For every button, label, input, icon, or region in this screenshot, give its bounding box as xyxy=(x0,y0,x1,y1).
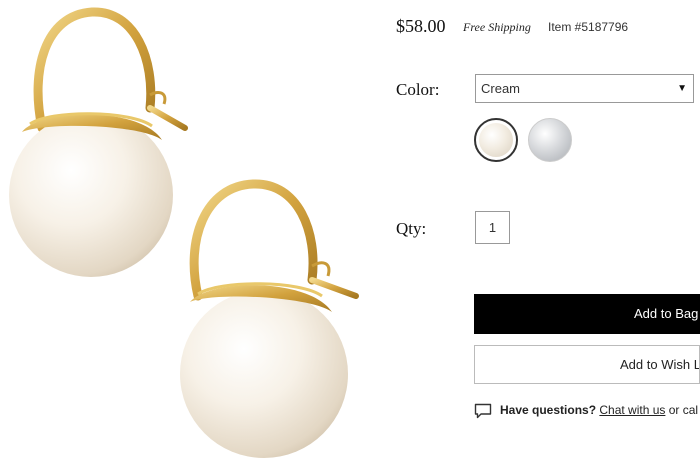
product-image xyxy=(0,0,380,468)
free-shipping-label: Free Shipping xyxy=(463,20,531,34)
earring-left xyxy=(9,7,188,277)
earring-right xyxy=(180,179,359,458)
product-price: $58.00 xyxy=(396,16,446,36)
help-prompt: Have questions? xyxy=(500,403,597,417)
swatch-cream[interactable] xyxy=(474,118,518,162)
help-tail: or cal xyxy=(665,403,699,417)
chat-bubble-icon xyxy=(474,403,492,419)
color-select[interactable]: Cream ▼ xyxy=(475,74,694,103)
chevron-down-icon: ▼ xyxy=(677,83,687,94)
swatch-silver[interactable] xyxy=(528,118,572,162)
swatch-cream-fill xyxy=(479,123,513,157)
add-to-bag-button[interactable]: Add to Bag xyxy=(474,294,700,334)
add-to-wish-list-button[interactable]: Add to Wish Lis xyxy=(474,345,700,384)
qty-label: Qty: xyxy=(396,219,427,238)
color-select-value: Cream xyxy=(481,81,521,96)
help-line: Have questions? Chat with us or cal xyxy=(474,402,700,420)
item-number: Item #5187796 xyxy=(548,20,629,34)
color-label: Color: xyxy=(396,80,440,99)
chat-with-us-link[interactable]: Chat with us xyxy=(599,403,665,417)
qty-input[interactable]: 1 xyxy=(475,211,510,244)
